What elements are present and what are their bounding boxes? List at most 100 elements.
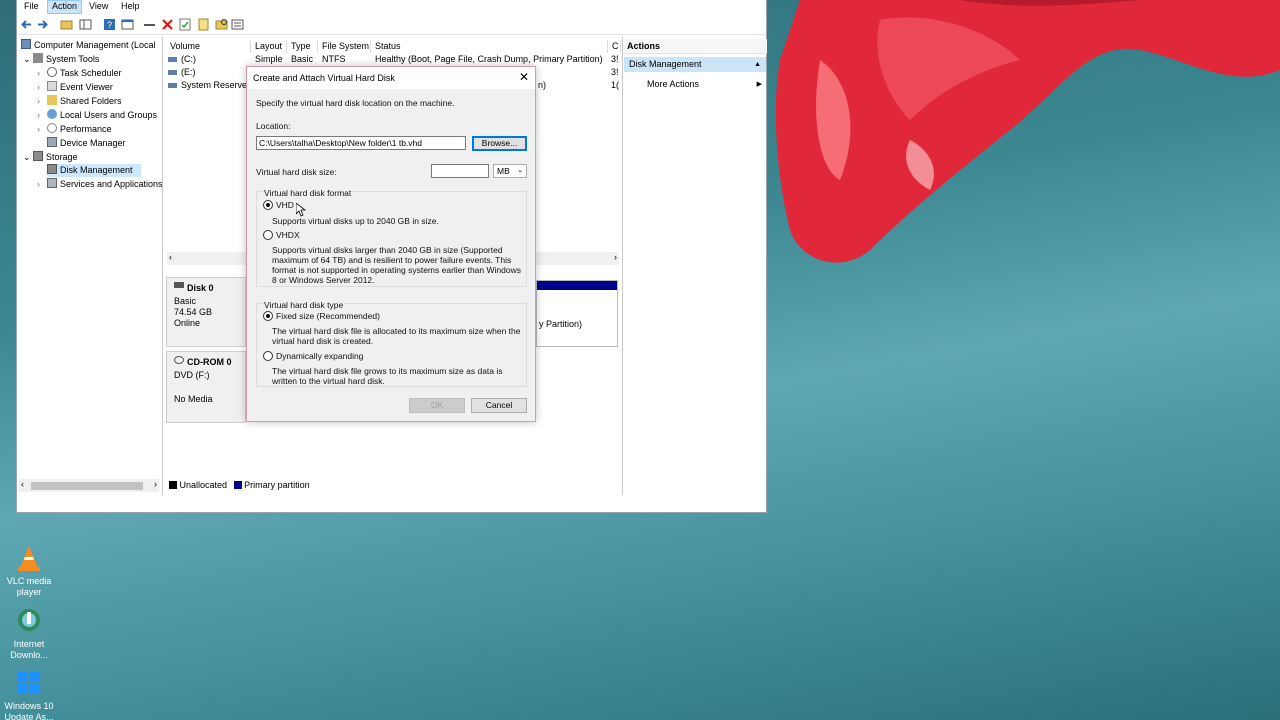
tree-item-storage[interactable]: ⌄ Storage <box>23 151 78 164</box>
type-group-label: Virtual hard disk type <box>263 300 345 310</box>
column-header-file-system[interactable]: File System <box>319 40 371 53</box>
fixed-size-radio[interactable] <box>263 311 273 321</box>
size-input[interactable] <box>431 164 489 178</box>
tree-item-system-tools[interactable]: ⌄ System Tools <box>23 53 99 66</box>
cdrom-0-drive: DVD (F:) <box>174 370 210 380</box>
fixed-size-label[interactable]: Fixed size (Recommended) <box>276 311 380 321</box>
collapse-chevron-icon[interactable]: ⌄ <box>23 53 33 66</box>
fixed-size-description: The virtual hard disk file is allocated … <box>272 326 521 346</box>
services-icon <box>47 178 57 188</box>
expand-chevron-icon[interactable]: › <box>37 81 47 94</box>
cancel-button[interactable]: Cancel <box>471 398 527 413</box>
delete-icon[interactable] <box>161 18 174 31</box>
actions-section-disk-management[interactable]: Disk Management ▲ <box>624 57 766 72</box>
column-header-capacity[interactable]: C <box>609 40 621 53</box>
disk-0-state: Online <box>174 318 201 328</box>
ok-button[interactable]: OK <box>409 398 465 413</box>
properties-icon[interactable] <box>121 18 134 31</box>
tree-horizontal-scrollbar[interactable]: ‹ › <box>19 479 159 492</box>
menu-file[interactable]: File <box>24 1 39 11</box>
forward-arrow-icon[interactable] <box>36 18 49 31</box>
connect-icon[interactable] <box>143 18 156 31</box>
location-input[interactable]: C:\Users\talha\Desktop\New folder\1 tb.v… <box>256 136 466 150</box>
tree-item-local-users[interactable]: › Local Users and Groups <box>37 109 157 122</box>
size-unit-value: MB <box>497 166 510 176</box>
volume-status: n) <box>538 80 547 90</box>
back-arrow-icon[interactable] <box>20 18 33 31</box>
tree-item-disk-management[interactable]: Disk Management <box>47 164 141 177</box>
tree-item-services[interactable]: › Services and Applications <box>37 178 163 191</box>
tree-item-device-manager[interactable]: Device Manager <box>47 137 126 150</box>
column-header-volume[interactable]: Volume <box>167 40 251 53</box>
dynamic-radio[interactable] <box>263 351 273 361</box>
tree-item-event-viewer[interactable]: › Event Viewer <box>37 81 113 94</box>
collapse-chevron-icon[interactable]: ⌄ <box>23 151 33 164</box>
show-hide-tree-icon[interactable] <box>79 18 92 31</box>
volume-icon <box>168 70 177 75</box>
desktop-icon-vlc[interactable]: VLC media player <box>0 543 58 598</box>
help-icon[interactable]: ? <box>103 18 116 31</box>
actions-pane: Actions Disk Management ▲ More Actions ▶ <box>622 37 767 495</box>
tree-item-shared-folders[interactable]: › Shared Folders <box>37 95 122 108</box>
desktop-icon-label: Internet Downlo... <box>10 639 48 660</box>
expand-chevron-icon[interactable]: › <box>37 109 47 122</box>
expand-chevron-icon[interactable]: › <box>37 123 47 136</box>
actions-section-label: Disk Management <box>629 59 702 69</box>
tree-item-performance[interactable]: › Performance <box>37 123 112 136</box>
size-unit-select[interactable]: MB ⌄ <box>493 164 527 178</box>
expand-chevron-icon[interactable]: › <box>37 178 47 191</box>
vhd-description: Supports virtual disks up to 2040 GB in … <box>272 216 439 226</box>
scroll-left-icon[interactable]: ‹ <box>169 252 172 262</box>
menu-view[interactable]: View <box>89 1 108 11</box>
scroll-left-icon[interactable]: ‹ <box>21 479 24 489</box>
disk-0-partition-bar[interactable]: y Partition) <box>536 280 618 347</box>
internet-download-manager-icon <box>14 606 44 636</box>
desktop-icon-label: Windows 10 Update As... <box>4 701 54 720</box>
tree-root[interactable]: Computer Management (Local <box>21 39 156 52</box>
new-file-icon[interactable] <box>197 18 210 31</box>
disk-0-size: 74.54 GB <box>174 307 213 317</box>
check-icon[interactable] <box>179 18 192 31</box>
cdrom-0-panel[interactable]: CD-ROM 0 DVD (F:) No Media <box>166 351 246 423</box>
disk-0-kind: Basic <box>174 296 197 306</box>
location-label: Location: <box>256 121 291 131</box>
volume-icon <box>168 57 177 62</box>
browse-button[interactable]: Browse... <box>472 136 527 151</box>
menu-action[interactable]: Action <box>47 0 83 14</box>
cdrom-0-media: No Media <box>174 394 213 404</box>
vhdx-label[interactable]: VHDX <box>276 230 300 240</box>
more-actions-label: More Actions <box>647 79 700 89</box>
expand-chevron-icon[interactable]: › <box>37 95 47 108</box>
disk-0-panel[interactable]: Disk 0 Basic 74.54 GB Online <box>166 277 246 347</box>
chevron-down-icon: ⌄ <box>517 167 523 174</box>
up-folder-icon[interactable] <box>60 18 73 31</box>
tree-item-task-scheduler[interactable]: › Task Scheduler <box>37 67 122 80</box>
volume-capacity: 3! <box>611 54 619 64</box>
expand-chevron-icon[interactable]: › <box>37 67 47 80</box>
desktop-icon-idm[interactable]: Internet Downlo... <box>0 606 58 661</box>
dynamic-description: The virtual hard disk file grows to its … <box>272 366 503 386</box>
more-actions-item[interactable]: More Actions ▶ <box>647 78 762 91</box>
navigation-tree: Computer Management (Local ⌄ System Tools… <box>17 37 163 495</box>
close-icon[interactable]: ✕ <box>519 71 529 83</box>
scroll-right-icon[interactable]: › <box>614 252 617 262</box>
column-header-layout[interactable]: Layout <box>252 40 287 53</box>
desktop-icon-windows-update[interactable]: Windows 10 Update As... <box>0 668 58 720</box>
vhdx-radio[interactable] <box>263 230 273 240</box>
column-header-type[interactable]: Type <box>288 40 318 53</box>
collapse-triangle-icon[interactable]: ▲ <box>754 57 761 72</box>
cdrom-icon <box>174 356 184 364</box>
scroll-right-icon[interactable]: › <box>154 479 157 489</box>
search-folder-icon[interactable] <box>215 18 228 31</box>
vhd-radio[interactable] <box>263 200 273 210</box>
legend: Unallocated Primary partition <box>169 480 310 492</box>
tree-item-label: Device Manager <box>60 138 126 148</box>
tree-item-label: Task Scheduler <box>60 68 122 78</box>
column-header-status[interactable]: Status <box>372 40 608 53</box>
list-view-icon[interactable] <box>231 18 244 31</box>
menu-help[interactable]: Help <box>121 1 140 11</box>
dynamic-label[interactable]: Dynamically expanding <box>276 351 363 361</box>
vhd-label[interactable]: VHD <box>276 200 294 210</box>
tree-item-label: Local Users and Groups <box>60 110 158 120</box>
scroll-thumb[interactable] <box>31 482 143 490</box>
